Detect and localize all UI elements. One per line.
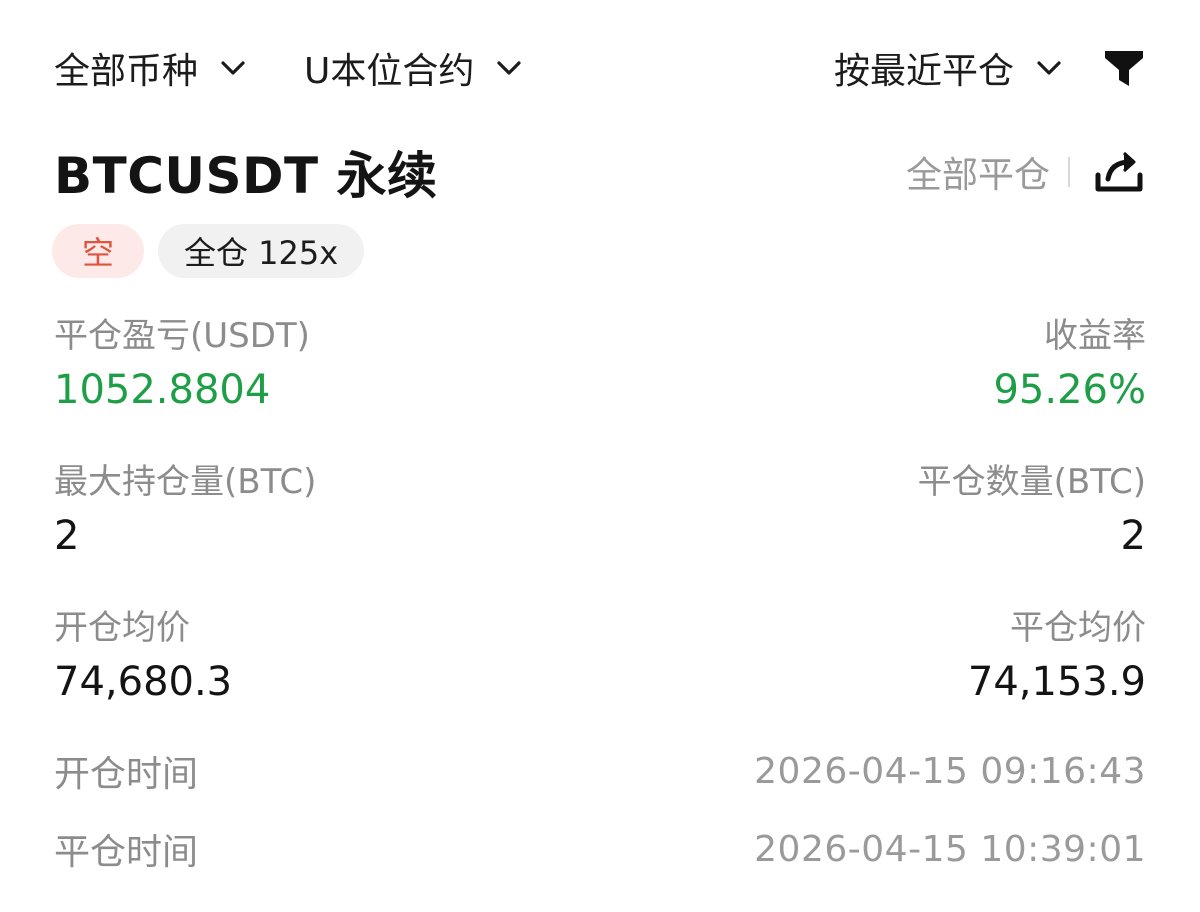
open-time-label: 开仓时间 xyxy=(54,754,199,795)
position-history-screen: 全部币种 U本位合约 按最近平仓 BTCUSDT 永续 全部平仓 空 全仓 12… xyxy=(0,0,1200,912)
close-all-button[interactable]: 全部平仓 xyxy=(906,146,1050,198)
close-avg-price-label: 平仓均价 xyxy=(1010,608,1146,648)
quantity-row: 最大持仓量(BTC) 2 平仓数量(BTC) 2 xyxy=(54,460,1146,564)
pnl-value: 1052.8804 xyxy=(54,367,271,413)
divider xyxy=(1068,157,1070,187)
price-row: 开仓均价 74,680.3 平仓均价 74,153.9 xyxy=(54,606,1146,710)
open-avg-price-value: 74,680.3 xyxy=(54,659,233,705)
close-time-row: 平仓时间 2026-04-15 10:39:01 xyxy=(54,824,1146,874)
open-time-value: 2026-04-15 09:16:43 xyxy=(754,750,1146,792)
coin-filter-dropdown[interactable]: 全部币种 xyxy=(54,42,248,94)
sort-label: 按最近平仓 xyxy=(833,51,1014,92)
symbol-title: BTCUSDT 永续 xyxy=(54,147,438,205)
open-time-row: 开仓时间 2026-04-15 09:16:43 xyxy=(54,746,1146,796)
filter-bar: 全部币种 U本位合约 按最近平仓 xyxy=(54,40,1146,96)
open-avg-price-label: 开仓均价 xyxy=(54,608,190,648)
roi-value: 95.26% xyxy=(993,367,1146,413)
max-position-value: 2 xyxy=(54,513,80,559)
close-time-value: 2026-04-15 10:39:01 xyxy=(754,828,1146,870)
close-quantity-value: 2 xyxy=(1120,513,1146,559)
pnl-row: 平仓盈亏(USDT) 1052.8804 收益率 95.26% xyxy=(54,314,1146,418)
position-tags: 空 全仓 125x xyxy=(52,224,378,278)
pnl-label: 平仓盈亏(USDT) xyxy=(54,316,310,356)
contract-type-dropdown[interactable]: U本位合约 xyxy=(304,42,524,94)
coin-filter-label: 全部币种 xyxy=(54,51,199,92)
margin-mode-badge: 全仓 125x xyxy=(158,224,365,278)
max-position-label: 最大持仓量(BTC) xyxy=(54,462,317,502)
side-badge: 空 xyxy=(52,224,144,278)
close-time-label: 平仓时间 xyxy=(54,832,199,873)
sort-dropdown[interactable]: 按最近平仓 xyxy=(834,42,1064,94)
close-avg-price-value: 74,153.9 xyxy=(967,659,1146,705)
share-icon[interactable] xyxy=(1092,145,1146,199)
chevron-down-icon xyxy=(497,61,521,75)
roi-label: 收益率 xyxy=(1044,316,1146,356)
chevron-down-icon xyxy=(1037,61,1061,75)
contract-type-label: U本位合约 xyxy=(304,51,475,92)
chevron-down-icon xyxy=(221,61,245,75)
close-quantity-label: 平仓数量(BTC) xyxy=(917,462,1146,502)
funnel-icon[interactable] xyxy=(1102,46,1146,90)
position-header: BTCUSDT 永续 全部平仓 xyxy=(54,140,1146,205)
